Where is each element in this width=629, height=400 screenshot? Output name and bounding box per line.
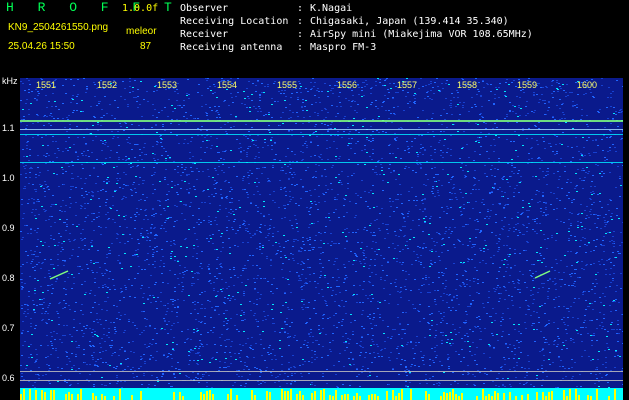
datetime-label: 25.04.26 15:50: [8, 41, 75, 52]
info-separator: :: [297, 3, 304, 14]
spectrogram-canvas: [20, 78, 623, 400]
info-value-receiver: AirSpy mini (Miakejima VOR 108.65MHz): [310, 29, 533, 40]
info-value-observer: K.Nagai: [310, 3, 353, 14]
spectrogram-plot: [20, 78, 623, 400]
y-tick: 1.0: [2, 173, 15, 183]
x-tick: 1555: [277, 80, 298, 90]
info-separator: :: [297, 16, 304, 27]
info-key-receiver: Receiver: [180, 29, 229, 40]
info-key-antenna: Receiving antenna: [180, 42, 283, 53]
info-value-antenna: Maspro FM-3: [310, 42, 377, 53]
info-value-location: Chigasaki, Japan (139.414 35.340): [310, 16, 509, 27]
y-tick: 1.1: [2, 123, 15, 133]
info-separator: :: [297, 42, 304, 53]
x-tick: 1552: [97, 80, 118, 90]
x-tick: 1551: [36, 80, 57, 90]
y-axis-unit: kHz: [2, 76, 18, 86]
x-tick: 1600: [577, 80, 598, 90]
x-tick: 1557: [397, 80, 418, 90]
y-tick: 0.6: [2, 373, 15, 383]
version-label: 1.0.0f: [122, 3, 159, 14]
count-label: 87: [140, 41, 152, 52]
detector-label: meleor: [126, 26, 157, 37]
info-key-location: Receiving Location: [180, 16, 289, 27]
x-tick: 1554: [217, 80, 238, 90]
info-separator: :: [297, 29, 304, 40]
x-tick: 1553: [157, 80, 178, 90]
x-tick: 1559: [517, 80, 538, 90]
y-tick: 0.9: [2, 223, 15, 233]
info-key-observer: Observer: [180, 3, 229, 14]
x-tick: 1558: [457, 80, 478, 90]
y-tick: 0.8: [2, 273, 15, 283]
filename-label: KN9_2504261550.png: [8, 22, 109, 33]
y-tick: 0.7: [2, 323, 15, 333]
x-tick: 1556: [337, 80, 358, 90]
